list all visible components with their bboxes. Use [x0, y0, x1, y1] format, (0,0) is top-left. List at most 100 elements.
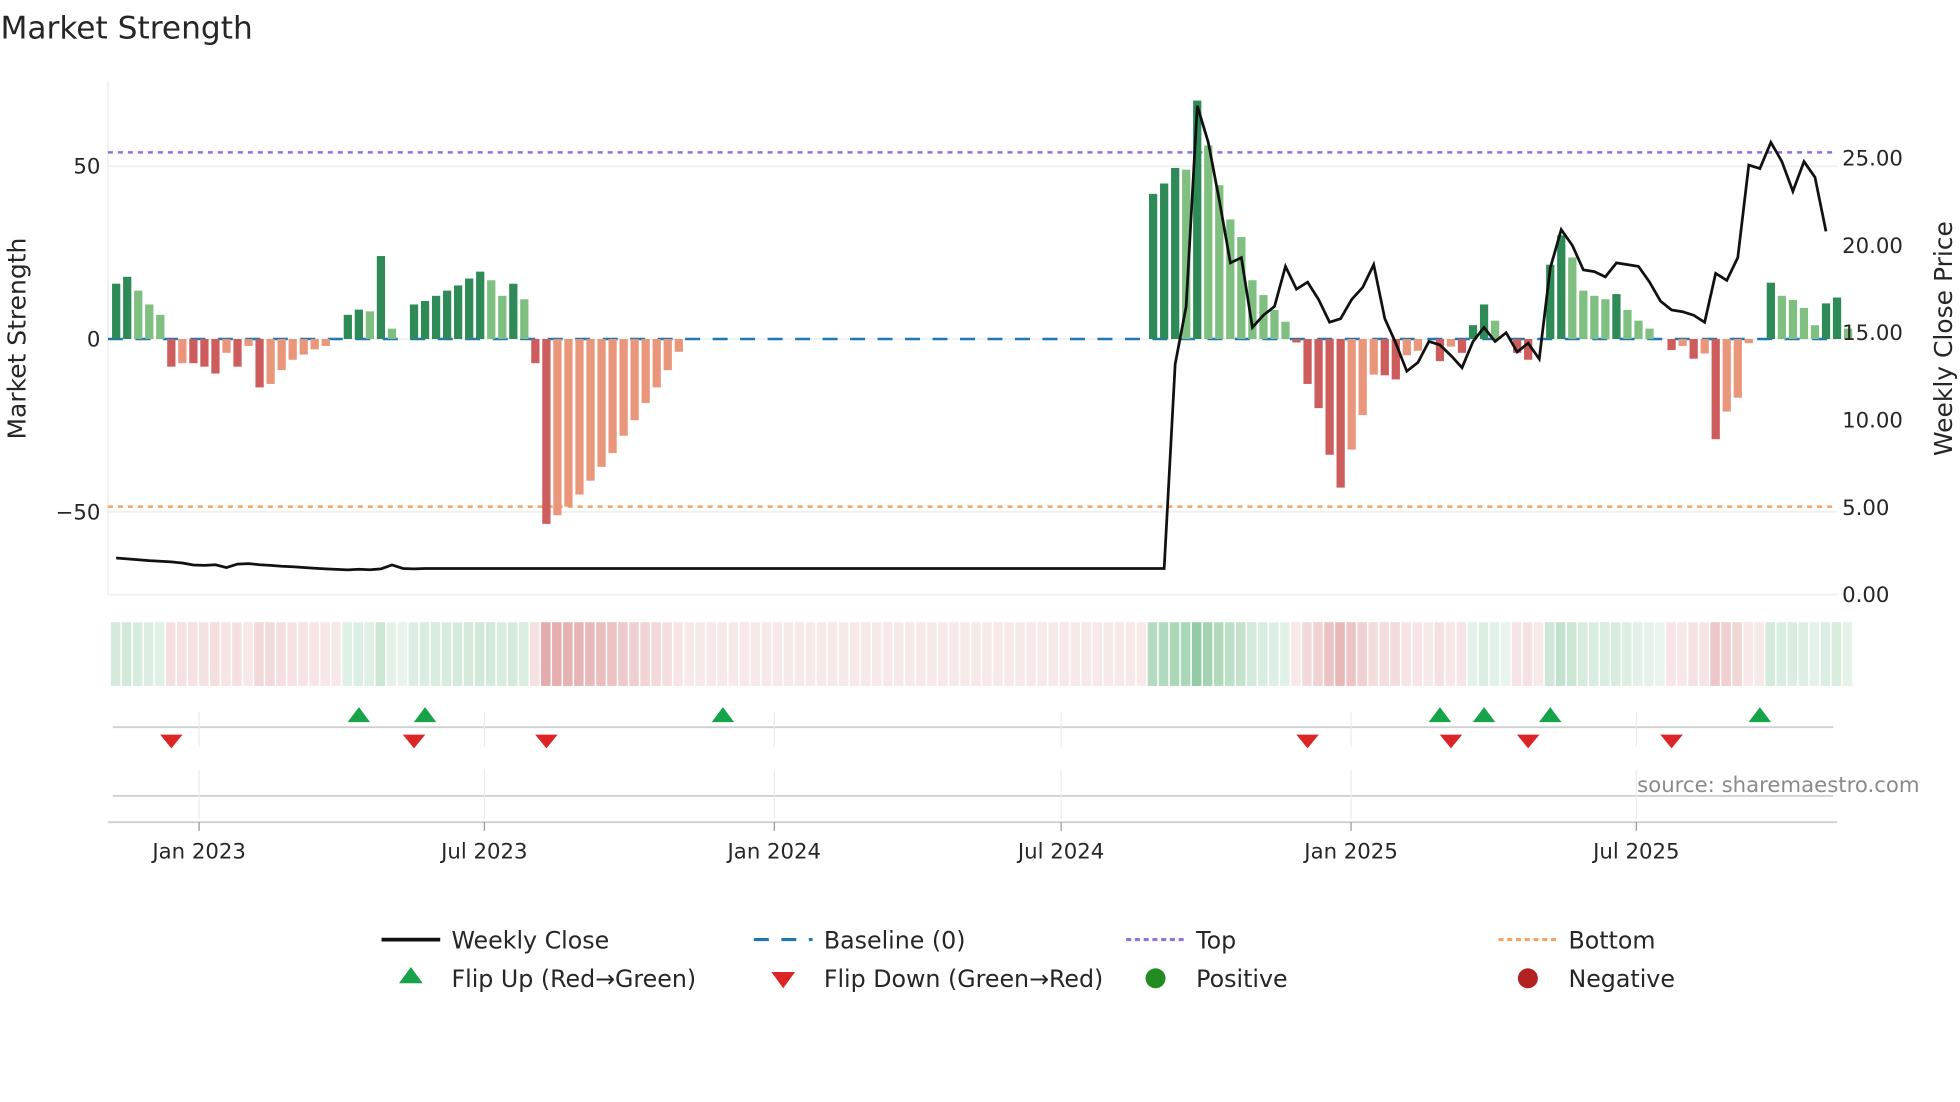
strip-cell: [1335, 622, 1345, 686]
strength-bar: [1292, 339, 1301, 343]
strip-cell: [982, 622, 992, 686]
strength-bar: [487, 280, 496, 340]
strip-cell: [1831, 622, 1842, 686]
strength-bar: [1226, 219, 1235, 340]
legend-label: Flip Up (Red→Green): [451, 965, 696, 993]
triangle-down-icon: [771, 972, 796, 989]
strip-cell: [1103, 622, 1114, 686]
strength-bar: [178, 339, 187, 364]
strength-bar: [465, 278, 474, 340]
strip-cell: [585, 622, 595, 686]
strength-bar: [1160, 183, 1169, 340]
strip-cell: [1787, 622, 1798, 686]
strip-cell: [1533, 622, 1544, 686]
strength-bar: [1148, 193, 1158, 340]
strength-bar: [1215, 185, 1224, 340]
strip-cell: [375, 622, 386, 686]
strength-bar: [1402, 339, 1411, 356]
strength-bar: [1623, 309, 1632, 340]
strip-cell: [552, 622, 562, 686]
legend-item-weekly-close: Weekly Close: [381, 926, 609, 954]
strip-cell: [717, 622, 728, 686]
strip-cell: [1324, 622, 1334, 686]
strength-bar: [1766, 282, 1775, 340]
strength-bar: [266, 339, 275, 384]
strip-cell: [298, 622, 308, 686]
strength-bar: [1358, 339, 1367, 416]
strength-bar: [1314, 339, 1323, 409]
strength-bar: [597, 339, 606, 467]
strip-cell: [1522, 622, 1533, 686]
flip-up-marker: [347, 707, 371, 723]
strength-bar: [630, 339, 639, 421]
strip-cell: [739, 622, 750, 686]
strength-bar: [520, 299, 529, 340]
strip-cell: [1511, 622, 1522, 686]
circle-icon: [1517, 968, 1538, 989]
strength-bar: [1579, 290, 1588, 340]
strength-bar: [1325, 339, 1334, 455]
strength-bar: [1645, 328, 1654, 340]
strength-bar: [1237, 237, 1246, 340]
strength-bar: [156, 314, 165, 340]
strip-cell: [1765, 622, 1775, 686]
strip-cell: [1368, 622, 1378, 686]
strip-cell: [1842, 622, 1853, 686]
strip-cell: [816, 622, 827, 686]
market-strength-chart: Market Strength 50 0 −50 0.00 5.00 10.00 15.0…: [0, 11, 1958, 993]
strip-cell: [805, 622, 816, 686]
x-tick-label: Jan 2024: [726, 839, 822, 864]
strip-cell: [662, 622, 672, 686]
y-axis-label: Market Strength: [2, 238, 31, 440]
strip-cell: [320, 622, 330, 686]
strip-cell: [199, 622, 209, 686]
strip-cell: [596, 622, 606, 686]
strip-cell: [1092, 622, 1103, 686]
strip-cell: [507, 622, 518, 686]
strip-cell: [287, 622, 297, 686]
strength-bar: [1612, 294, 1621, 340]
strength-bar: [1568, 257, 1577, 340]
strength-bar: [1303, 339, 1312, 384]
strip-cell: [1081, 622, 1092, 686]
strength-bar: [1270, 309, 1279, 340]
strip-cell: [1544, 622, 1555, 686]
legend-item-negative: Negative: [1517, 965, 1675, 993]
strip-cell: [618, 622, 628, 686]
strength-bar: [134, 290, 143, 340]
strength-bar: [674, 339, 683, 352]
y2-tick-label: 15.00: [1842, 321, 1903, 346]
strip-cell: [1224, 622, 1235, 686]
strength-bar: [189, 339, 198, 364]
strip-cell: [1467, 622, 1478, 686]
strip-cell: [607, 622, 617, 686]
strip-cell: [949, 622, 959, 686]
y2-tick-label: 5.00: [1842, 496, 1889, 521]
strip-cell: [1721, 622, 1731, 686]
legend-label: Weekly Close: [451, 926, 609, 954]
y-tick-label: 0: [87, 328, 101, 353]
strip-cell: [574, 622, 584, 686]
strength-bar: [476, 271, 485, 340]
strip-cell: [210, 622, 220, 686]
strip-cell: [640, 622, 650, 686]
strength-bar: [1744, 339, 1753, 344]
strip-cell: [1445, 622, 1456, 686]
strip-cell: [1357, 622, 1367, 686]
x-tick-label: Jul 2023: [439, 839, 527, 864]
strip-cell: [1269, 622, 1279, 686]
strip-cell: [728, 622, 739, 686]
strip-cell: [165, 622, 176, 686]
strip-cell: [1191, 622, 1202, 686]
strength-bar: [1832, 297, 1842, 340]
strip-cell: [1202, 622, 1213, 686]
legend-item-positive: Positive: [1145, 965, 1288, 993]
strip-cell: [1644, 622, 1654, 686]
strength-bar: [123, 276, 132, 340]
strip-cell: [496, 622, 507, 686]
strip-cell: [419, 622, 430, 686]
flip-markers-panel: [112, 707, 1834, 820]
flip-up-marker: [711, 707, 735, 723]
strip-cell: [342, 622, 352, 686]
strength-bar: [1479, 304, 1489, 340]
